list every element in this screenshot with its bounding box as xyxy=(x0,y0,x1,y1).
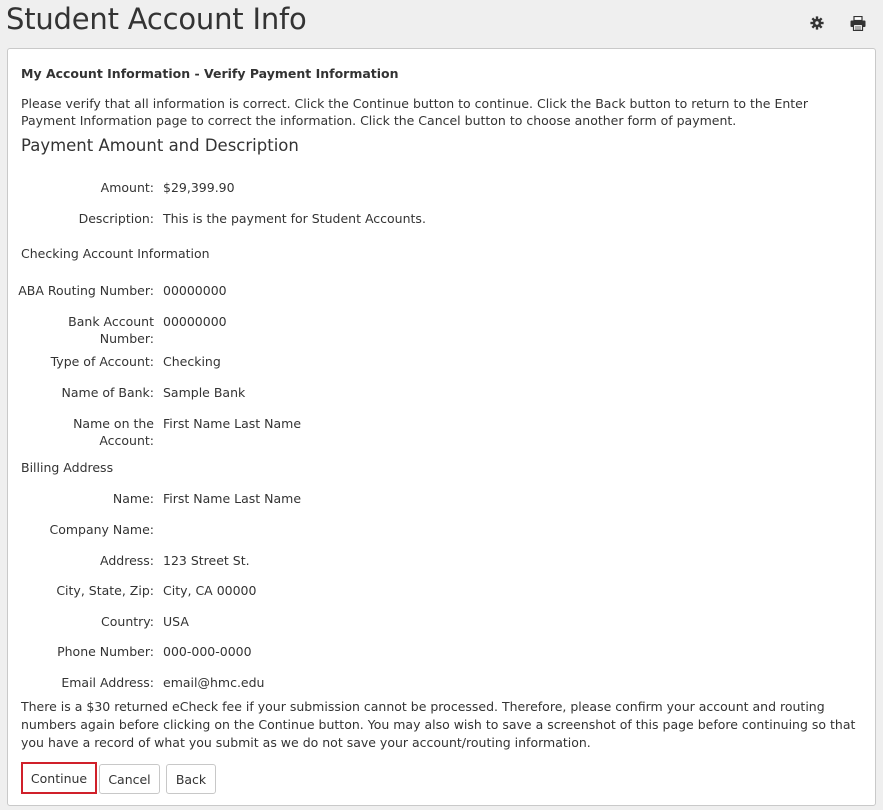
email-value: email@hmc.edu xyxy=(163,675,265,690)
phone-value: 000-000-0000 xyxy=(163,644,252,659)
print-icon[interactable] xyxy=(849,14,867,32)
city-state-zip-label: City, State, Zip: xyxy=(56,583,154,598)
routing-value: 00000000 xyxy=(163,283,227,298)
bank-account-label: Bank Account Number: xyxy=(8,313,154,347)
page-header: Student Account Info xyxy=(0,0,883,46)
amount-value: $29,399.90 xyxy=(163,180,235,195)
panel-heading: My Account Information - Verify Payment … xyxy=(21,66,399,81)
bank-name-label: Name of Bank: xyxy=(61,385,154,400)
echeck-fee-disclaimer: There is a $30 returned eCheck fee if yo… xyxy=(21,699,856,750)
account-holder-label: Name on the Account: xyxy=(8,415,154,449)
page-title: Student Account Info xyxy=(6,2,307,36)
payment-section-title: Payment Amount and Description xyxy=(21,136,299,155)
intro-text: Please verify that all information is co… xyxy=(21,96,809,128)
address-label: Address: xyxy=(100,553,154,568)
cancel-button[interactable]: Cancel xyxy=(99,764,160,794)
account-type-label: Type of Account: xyxy=(50,354,154,369)
city-state-zip-value: City, CA 00000 xyxy=(163,583,257,598)
address-value: 123 Street St. xyxy=(163,553,250,568)
country-value: USA xyxy=(163,614,189,629)
country-label: Country: xyxy=(101,614,154,629)
account-holder-label-line2: Account: xyxy=(99,433,154,448)
verify-payment-panel: My Account Information - Verify Payment … xyxy=(7,48,876,806)
billing-section-title: Billing Address xyxy=(21,460,114,475)
bank-account-label-line1: Bank Account xyxy=(68,314,154,329)
description-value: This is the payment for Student Accounts… xyxy=(163,211,426,226)
amount-label: Amount: xyxy=(100,180,154,195)
checking-section-title: Checking Account Information xyxy=(21,246,210,261)
account-type-value: Checking xyxy=(163,354,221,369)
routing-label: ABA Routing Number: xyxy=(18,283,154,298)
phone-label: Phone Number: xyxy=(57,644,154,659)
bank-account-label-line2: Number: xyxy=(99,331,154,346)
description-label: Description: xyxy=(78,211,154,226)
bank-account-value: 00000000 xyxy=(163,314,227,329)
gear-icon[interactable] xyxy=(808,14,826,32)
bank-name-value: Sample Bank xyxy=(163,385,246,400)
email-label: Email Address: xyxy=(61,675,154,690)
back-button[interactable]: Back xyxy=(166,764,216,794)
billing-name-label: Name: xyxy=(112,491,154,506)
continue-button[interactable]: Continue xyxy=(21,762,97,794)
account-holder-value: First Name Last Name xyxy=(163,416,302,431)
billing-name-value: First Name Last Name xyxy=(163,491,302,506)
company-label: Company Name: xyxy=(49,522,154,537)
account-holder-label-line1: Name on the xyxy=(73,416,154,431)
